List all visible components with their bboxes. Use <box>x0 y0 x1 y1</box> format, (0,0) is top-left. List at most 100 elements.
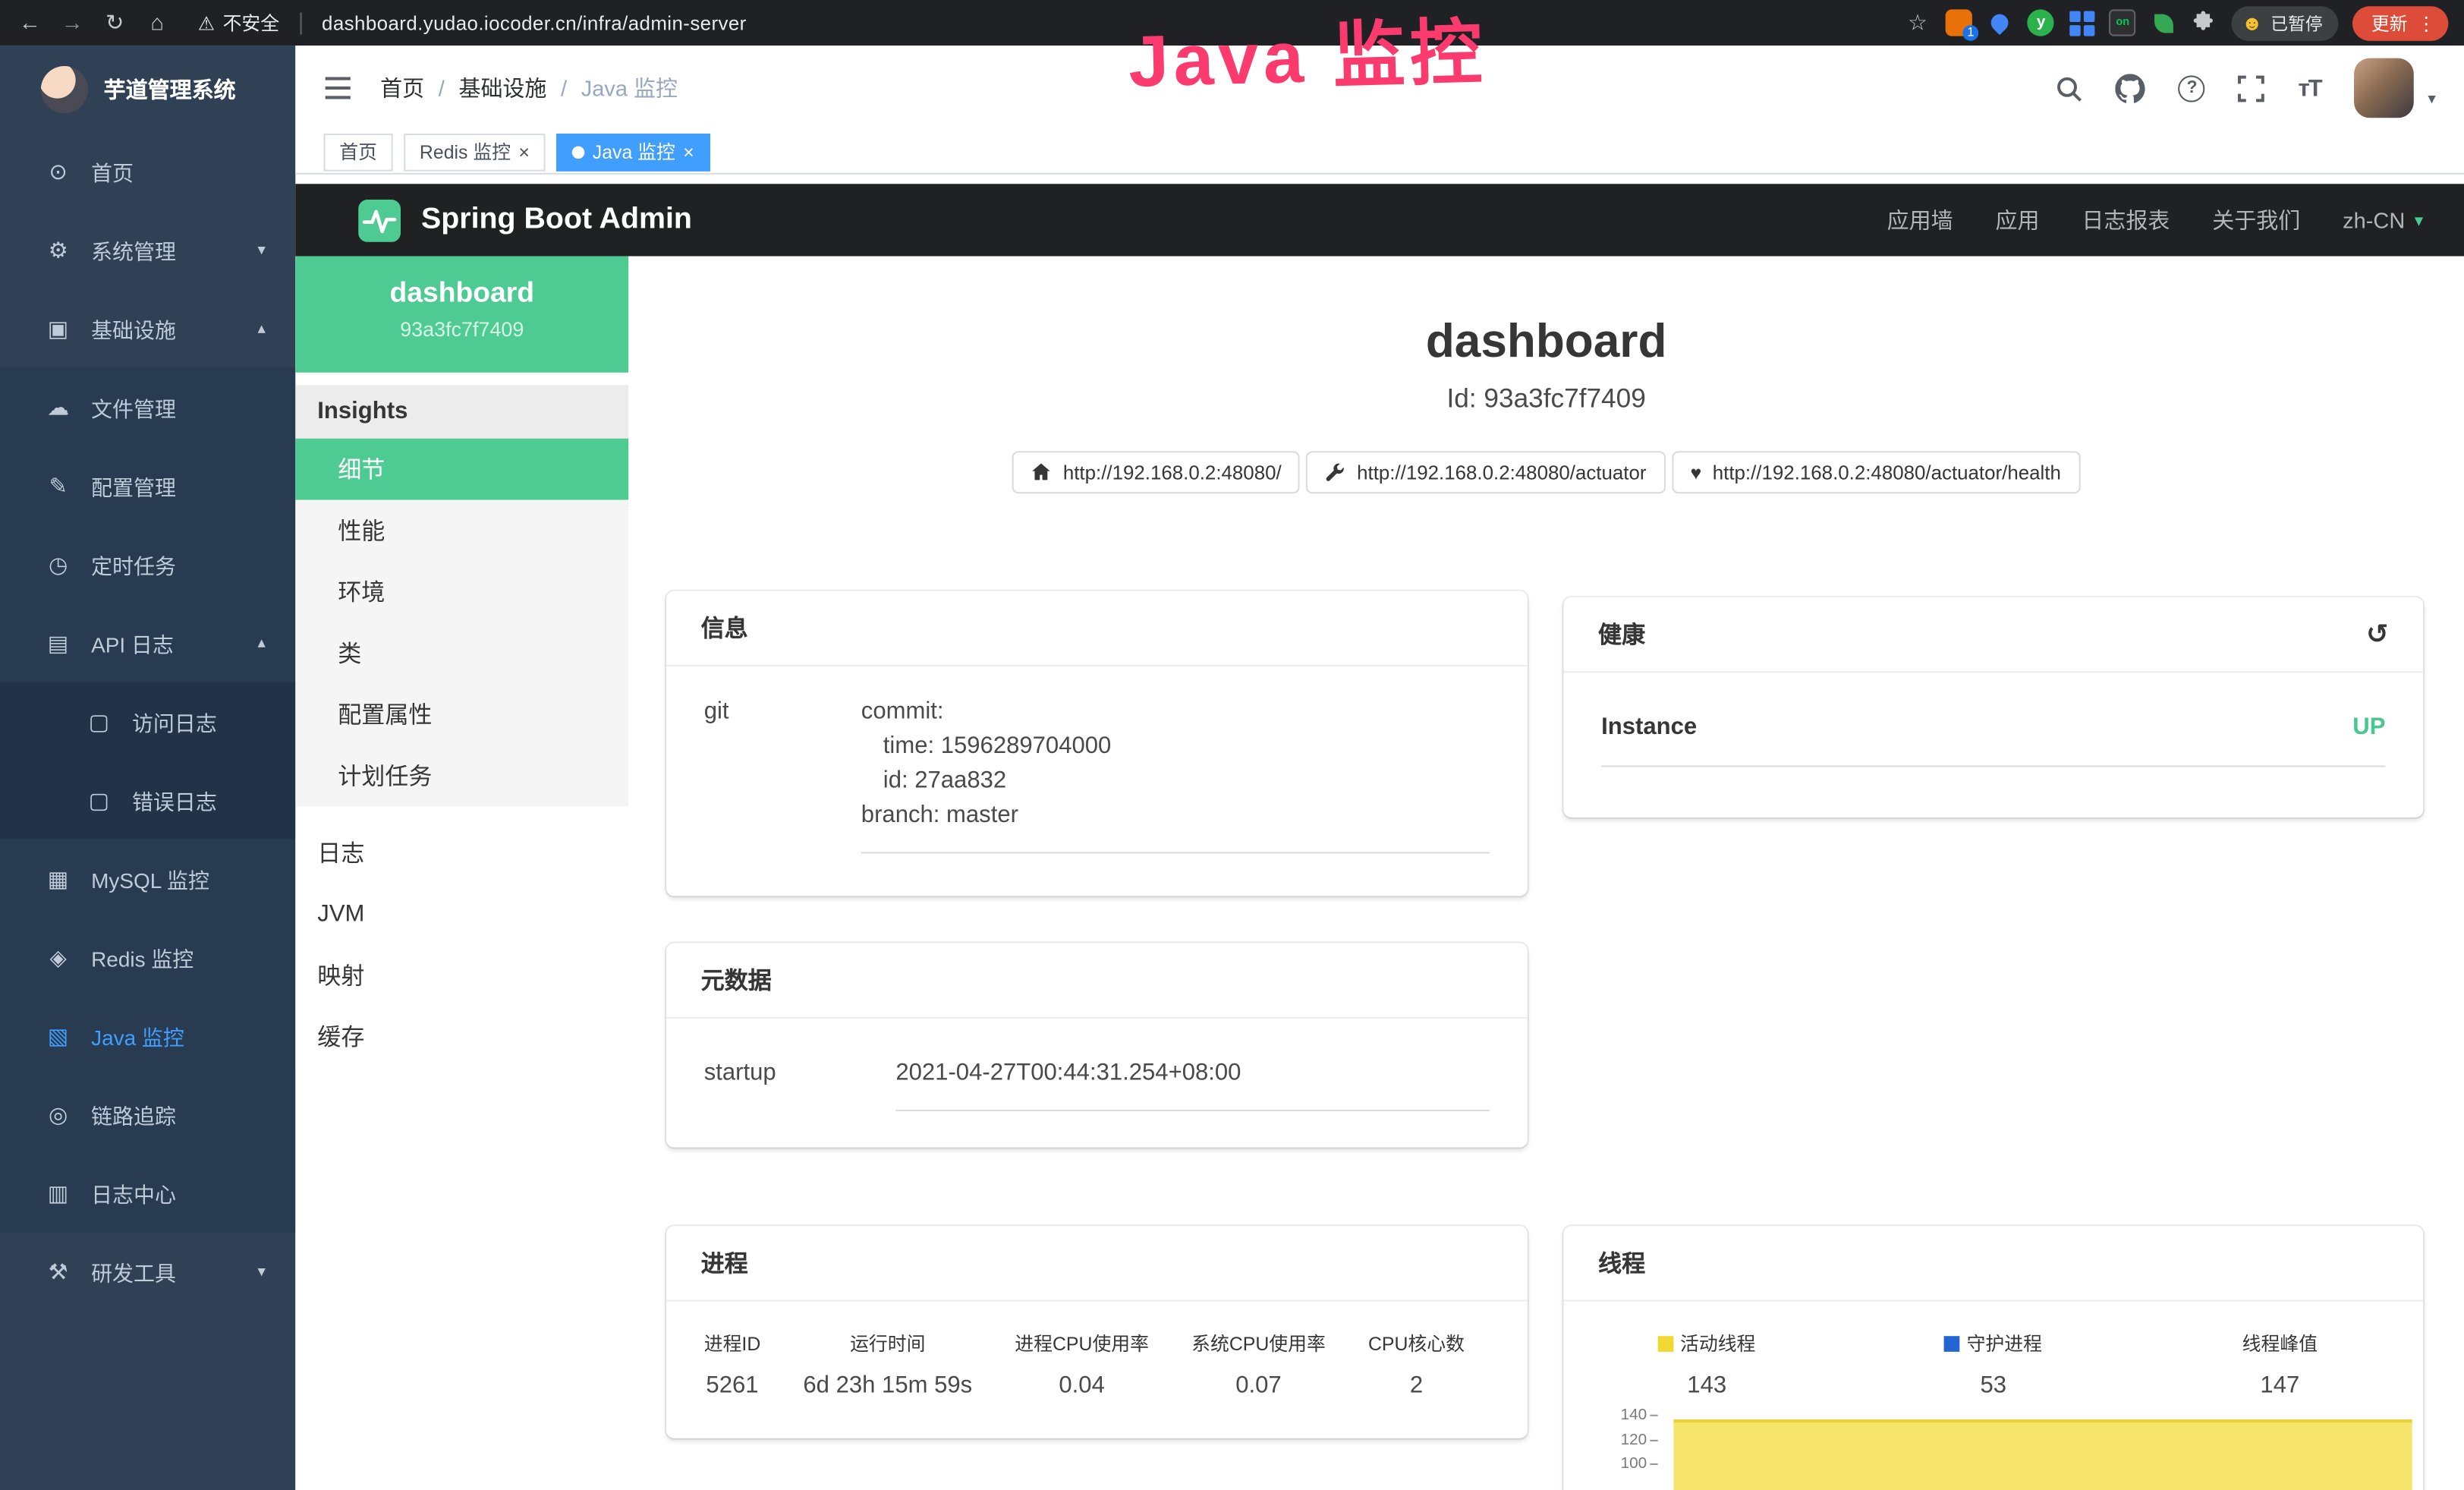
info-card: 信息 git commit: time: 1596289704000 id: 2… <box>666 591 1528 896</box>
extension-fox-icon[interactable]: 1 <box>1946 9 1972 36</box>
legend-label: 守护进程 <box>1967 1330 2042 1356</box>
sba-item-jvm[interactable]: JVM <box>295 884 628 945</box>
sba-item-classes[interactable]: 类 <box>295 622 628 684</box>
url-bar[interactable]: dashboard.yudao.iocoder.cn/infra/admin-s… <box>322 12 747 34</box>
sidebar-item-api-log[interactable]: ▤ 基础设施 API 日志 ▴ <box>0 603 295 682</box>
sidebar-item-java-monitor[interactable]: ▧ Java 监控 <box>0 997 295 1076</box>
browser-update-button[interactable]: 更新 ⋮ <box>2352 5 2448 40</box>
metadata-key: startup <box>704 1057 896 1111</box>
sidebar-item-home[interactable]: ⊙ 首页 <box>0 132 295 211</box>
tab-java-monitor[interactable]: Java 监控 × <box>556 133 710 171</box>
health-url-button[interactable]: ♥ http://192.168.0.2:48080/actuator/heal… <box>1672 451 2080 493</box>
sidebar-item-log-center[interactable]: ▥ 日志中心 <box>0 1154 295 1233</box>
wrench-icon <box>1326 462 1346 483</box>
sba-item-environment[interactable]: 环境 <box>295 561 628 622</box>
browser-profile-chip[interactable]: ☻ 已暂停 <box>2232 5 2338 40</box>
breadcrumb-home[interactable]: 首页 <box>380 72 424 103</box>
sba-item-scheduled-tasks[interactable]: 计划任务 <box>295 745 628 807</box>
info-key: git <box>704 695 861 853</box>
fullscreen-icon[interactable] <box>2239 74 2265 101</box>
sidebar-item-access-log[interactable]: ▢ 访问日志 <box>0 682 295 761</box>
document-icon: ▢ <box>87 786 112 813</box>
extension-leaf-icon[interactable] <box>2151 9 2177 36</box>
sidebar-item-mysql-monitor[interactable]: ▦ MySQL 监控 <box>0 840 295 918</box>
bookmark-star-icon[interactable]: ☆ <box>1903 0 1931 46</box>
sba-item-mappings[interactable]: 映射 <box>295 945 628 1006</box>
font-size-icon[interactable]: тT <box>2298 74 2321 101</box>
sidebar-item-file-manage[interactable]: ☁ 文件管理 <box>0 368 295 447</box>
app-title: 芋道管理系统 <box>104 73 236 104</box>
legend-label: 线程峰值 <box>2242 1330 2318 1356</box>
hamburger-icon[interactable] <box>324 75 352 100</box>
sidebar-item-dev-tools[interactable]: ⚒ 研发工具 ▾ <box>0 1233 295 1312</box>
tab-redis-monitor[interactable]: Redis 监控 × <box>404 133 545 171</box>
sba-item-config-props[interactable]: 配置属性 <box>295 684 628 745</box>
help-icon[interactable]: ? <box>2179 74 2205 101</box>
extension-drop-icon[interactable] <box>1987 9 2013 36</box>
sidebar-item-scheduled-jobs[interactable]: ◷ 定时任务 <box>0 525 295 604</box>
metric-value: 6d 23h 15m 59s <box>803 1372 972 1399</box>
sidebar-item-label: 基础设施 <box>91 313 176 344</box>
breadcrumb-separator: / <box>561 75 567 100</box>
tools-icon: ⚒ <box>46 1258 71 1285</box>
health-card-header: 健康 ↺ <box>1563 597 2423 673</box>
metric-label: 系统CPU使用率 <box>1191 1330 1326 1356</box>
breadcrumb-infra[interactable]: 基础设施 <box>458 72 546 103</box>
sba-brand-title[interactable]: Spring Boot Admin <box>421 203 692 238</box>
sba-item-caches[interactable]: 缓存 <box>295 1006 628 1067</box>
history-icon[interactable]: ↺ <box>2366 619 2389 650</box>
metric-label: 进程CPU使用率 <box>1015 1330 1149 1356</box>
site-security-chip[interactable]: ⚠ 不安全 <box>198 9 279 36</box>
on-badge: on <box>2116 17 2129 28</box>
sidebar-item-error-log[interactable]: ▢ 错误日志 <box>0 761 295 840</box>
search-icon[interactable] <box>2056 74 2083 101</box>
tab-home[interactable]: 首页 <box>324 133 393 171</box>
clock-icon: ◷ <box>46 551 71 578</box>
app-logo-row[interactable]: 芋道管理系统 <box>0 46 295 132</box>
header-actions: ? тT ▾ <box>2056 58 2436 118</box>
instance-header[interactable]: dashboard 93a3fc7f7409 <box>295 257 628 373</box>
close-icon[interactable]: × <box>518 142 530 161</box>
metric-label: 进程ID <box>704 1330 761 1356</box>
browser-menu-icon[interactable]: ⋮ <box>2417 12 2436 34</box>
extension-green-circle-icon[interactable]: y <box>2028 9 2054 36</box>
sba-nav-applications[interactable]: 应用 <box>1995 204 2039 235</box>
sidebar-item-redis-monitor[interactable]: ◈ Redis 监控 <box>0 918 295 997</box>
sba-navbar: Spring Boot Admin 应用墙 应用 日志报表 关于我们 zh-CN… <box>295 184 2464 256</box>
sidebar-item-config-manage[interactable]: ✎ 配置管理 <box>0 446 295 525</box>
health-row[interactable]: Instance UP <box>1601 713 2385 767</box>
sba-nav-wallboard[interactable]: 应用墙 <box>1887 204 1953 235</box>
sba-nav-about[interactable]: 关于我们 <box>2212 204 2300 235</box>
health-card: 健康 ↺ Instance UP <box>1563 597 2423 817</box>
sba-item-details[interactable]: 细节 <box>295 439 628 500</box>
extension-on-icon[interactable]: on <box>2110 9 2136 36</box>
redis-icon: ◈ <box>46 944 71 971</box>
browser-back-icon[interactable]: ← <box>16 0 44 46</box>
locale-selector[interactable]: zh-CN ▾ <box>2343 207 2423 232</box>
sidebar-item-trace[interactable]: ◎ 链路追踪 <box>0 1075 295 1154</box>
user-avatar[interactable] <box>2354 58 2414 118</box>
metric-label: CPU核心数 <box>1368 1330 1465 1356</box>
browser-home-icon[interactable]: ⌂ <box>143 0 171 46</box>
github-icon[interactable] <box>2116 73 2145 102</box>
threads-card: 线程 活动线程 143 守护进程 53 <box>1563 1226 2423 1490</box>
service-url-button[interactable]: http://192.168.0.2:48080/ <box>1013 451 1301 493</box>
extension-grid-icon[interactable] <box>2069 9 2095 36</box>
close-icon[interactable]: × <box>683 142 694 161</box>
actuator-url-button[interactable]: http://192.168.0.2:48080/actuator <box>1307 451 1666 493</box>
screen: ← → ↻ ⌂ ⚠ 不安全 dashboard.yudao.iocoder.cn… <box>0 0 2464 1490</box>
sba-nav-journal[interactable]: 日志报表 <box>2082 204 2170 235</box>
infra-submenu: ☁ 文件管理 ✎ 配置管理 ◷ 定时任务 ▤ 基础设施 API 日志 ▴ ▢ 访… <box>0 368 295 1233</box>
sidebar-item-system[interactable]: ⚙ 系统管理 ▾ <box>0 210 295 289</box>
sidebar-item-infra[interactable]: ▣ 基础设施 ▴ <box>0 289 295 368</box>
sba-item-metrics[interactable]: 性能 <box>295 500 628 562</box>
browser-reload-icon[interactable]: ↻ <box>101 0 129 46</box>
question-mark: ? <box>2179 74 2205 101</box>
browser-forward-icon[interactable]: → <box>58 0 87 46</box>
extensions-puzzle-icon[interactable] <box>2191 9 2217 36</box>
threads-legend: 活动线程 143 守护进程 53 线程峰值 147 <box>1563 1302 2423 1399</box>
threads-chart-area <box>1673 1419 2412 1490</box>
sba-item-logs[interactable]: 日志 <box>295 822 628 884</box>
insights-section-label: Insights <box>295 385 628 438</box>
avatar-caret-icon[interactable]: ▾ <box>2428 91 2435 118</box>
